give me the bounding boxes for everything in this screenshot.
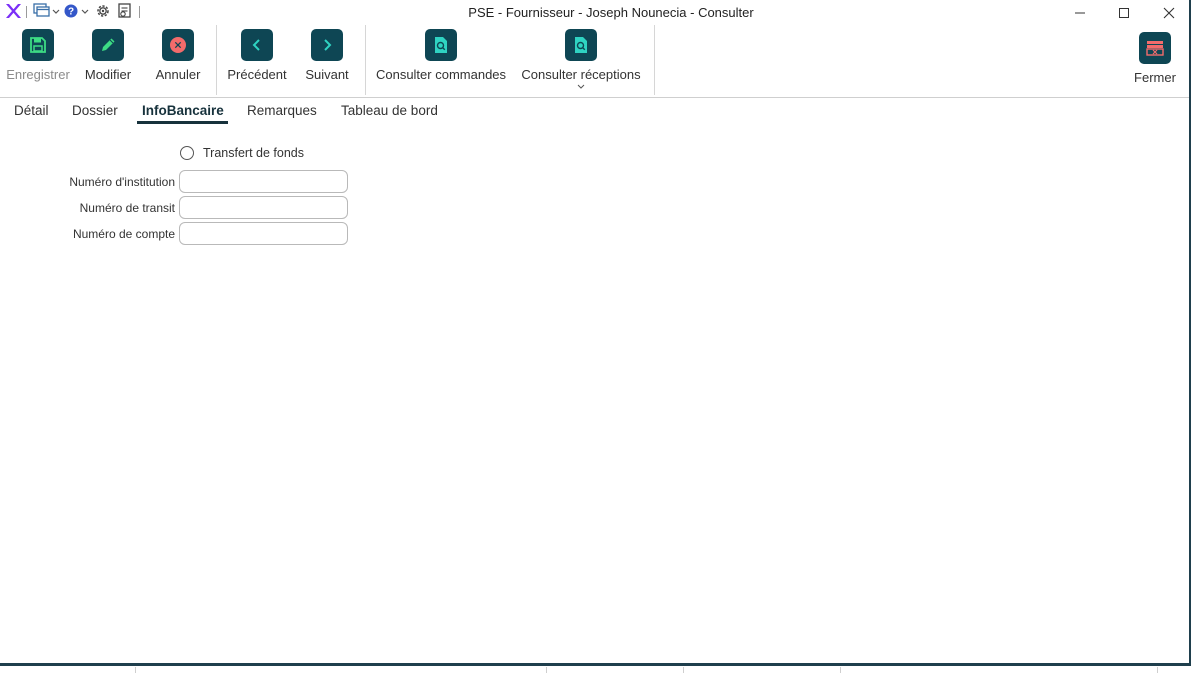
close-form-label: Fermer [1134, 70, 1176, 85]
modify-button[interactable]: Modifier [81, 29, 135, 82]
title-bar: ? PSE - Fournisseur - Joseph Nounecia - … [0, 0, 1189, 25]
toolbar-ribbon: Enregistrer Modifier Annuler Précédent S… [0, 25, 1189, 98]
transfer-funds-radio[interactable] [180, 146, 194, 160]
tab-remarques[interactable]: Remarques [247, 103, 317, 118]
chevron-right-icon [311, 29, 343, 61]
close-form-icon [1139, 32, 1171, 64]
modify-label: Modifier [84, 67, 132, 82]
search-document-icon [425, 29, 457, 61]
consult-receptions-button[interactable]: Consulter réceptions [519, 29, 643, 89]
pencil-icon [92, 29, 124, 61]
cancel-icon [162, 29, 194, 61]
active-tab-indicator [137, 121, 228, 124]
transit-label: Numéro de transit [79, 201, 175, 215]
institution-label: Numéro d'institution [69, 175, 175, 189]
window-title: PSE - Fournisseur - Joseph Nounecia - Co… [468, 5, 754, 20]
transit-number-input[interactable] [179, 196, 348, 219]
cancel-label: Annuler [155, 67, 201, 82]
close-window-button[interactable] [1146, 0, 1192, 25]
consult-orders-button[interactable]: Consulter commandes [375, 29, 507, 82]
institution-row: Numéro d'institution [0, 170, 179, 193]
previous-button[interactable]: Précédent [226, 29, 288, 82]
save-button[interactable]: Enregistrer [6, 29, 70, 82]
consult-orders-label: Consulter commandes [375, 67, 507, 82]
maximize-button[interactable] [1101, 0, 1147, 25]
chevron-left-icon [241, 29, 273, 61]
tab-detail[interactable]: Détail [14, 103, 49, 118]
institution-number-input[interactable] [179, 170, 348, 193]
minimize-button[interactable] [1057, 0, 1103, 25]
transfer-funds-label: Transfert de fonds [203, 146, 304, 160]
cancel-button[interactable]: Annuler [152, 29, 204, 82]
search-document-icon [565, 29, 597, 61]
account-row: Numéro de compte [0, 222, 179, 245]
next-button[interactable]: Suivant [302, 29, 352, 82]
close-form-button[interactable]: Fermer [1130, 32, 1180, 85]
tab-infobancaire[interactable]: InfoBancaire [142, 103, 224, 118]
tab-dossier[interactable]: Dossier [72, 103, 118, 118]
app-window: ? PSE - Fournisseur - Joseph Nounecia - … [0, 0, 1191, 666]
save-label: Enregistrer [6, 67, 70, 82]
next-label: Suivant [305, 67, 349, 82]
consult-receptions-label: Consulter réceptions [521, 67, 641, 82]
chevron-down-icon[interactable] [577, 83, 585, 89]
tab-tableau-de-bord[interactable]: Tableau de bord [341, 103, 438, 118]
transfer-funds-option[interactable]: Transfert de fonds [180, 146, 304, 160]
transit-row: Numéro de transit [0, 196, 179, 219]
previous-label: Précédent [227, 67, 287, 82]
save-icon [22, 29, 54, 61]
account-number-input[interactable] [179, 222, 348, 245]
account-label: Numéro de compte [72, 227, 175, 241]
